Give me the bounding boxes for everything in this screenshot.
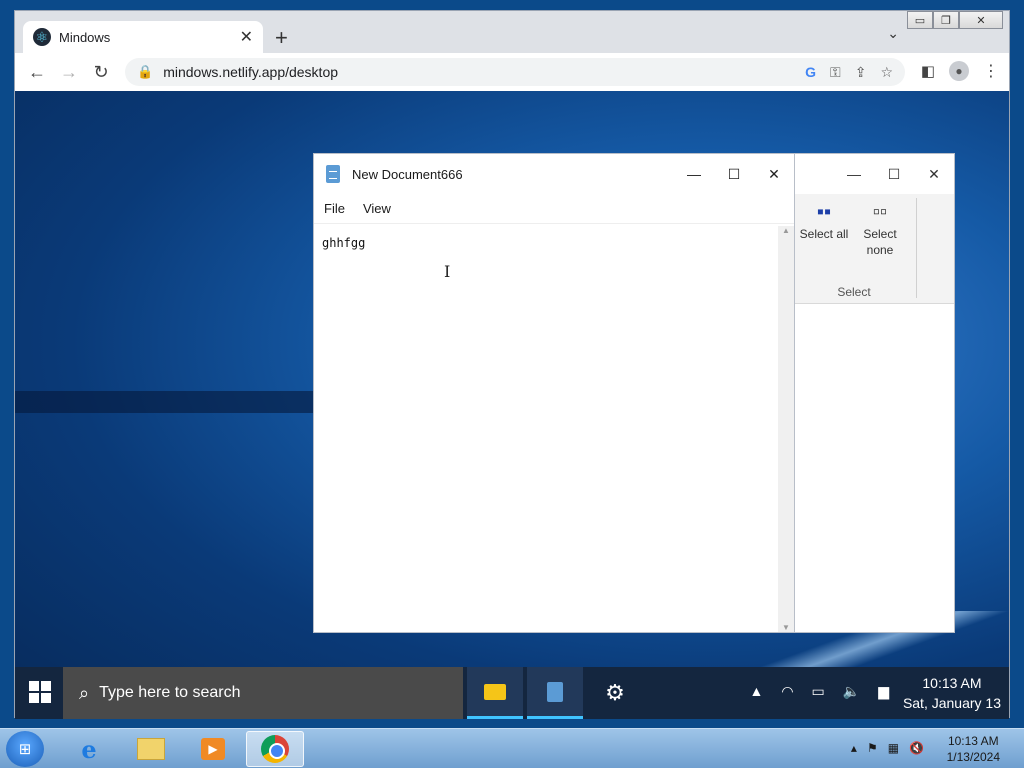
taskbar-media-player[interactable]: ▶ [184, 731, 242, 767]
explorer-ribbon: ▪▪ Select all ▫▫ Select none Select [792, 194, 954, 304]
taskbar-clock[interactable]: 10:13 AM Sat, January 13 [903, 673, 1001, 713]
menu-file[interactable]: File [324, 201, 345, 216]
taskbar-settings[interactable]: ⚙ [587, 667, 643, 719]
chevron-up-icon[interactable]: ▲ [749, 683, 763, 700]
side-panel-icon[interactable]: ◧ [921, 62, 935, 80]
menu-kebab-icon[interactable]: ⋮ [983, 61, 999, 81]
chrome-icon [261, 735, 289, 763]
notepad-title: New Document666 [352, 166, 463, 182]
windows7-clock[interactable]: 10:13 AM 1/13/2024 [947, 733, 1000, 765]
taskbar-internet-explorer[interactable]: e [60, 731, 118, 767]
taskbar-search-box[interactable]: ⌕ Type here to search [63, 667, 463, 719]
windows-start-icon[interactable] [29, 681, 51, 703]
windows7-start-button[interactable]: ⊞ [6, 731, 44, 767]
document-icon [547, 681, 563, 702]
select-none-button[interactable]: ▫▫ Select none [854, 201, 906, 258]
notepad-minimize-button[interactable]: — [674, 166, 714, 182]
w7-clock-date: 1/13/2024 [946, 750, 1000, 764]
lock-icon[interactable]: 🔒 [137, 64, 153, 80]
text-cursor-icon: I [444, 262, 451, 281]
key-icon[interactable]: ⚿ [830, 64, 841, 81]
back-button[interactable]: ← [21, 62, 53, 83]
show-hidden-icons-icon[interactable]: ▴ [851, 741, 857, 755]
reload-button[interactable]: ↻ [85, 62, 117, 83]
minimize-window-button[interactable]: ▭ [907, 11, 933, 29]
close-tab-icon[interactable]: ✕ [240, 27, 253, 47]
media-player-icon: ▶ [201, 738, 225, 760]
windows7-tray: ▴ ⚑ ▦ 🔇 [851, 741, 924, 755]
notepad-menubar: File View [314, 194, 794, 224]
volume-muted-icon[interactable]: 🔇 [909, 741, 924, 755]
select-all-button[interactable]: ▪▪ Select all [798, 201, 850, 242]
windows7-taskbar: ⊞ e ▶ ▴ ⚑ ▦ 🔇 10:13 AM 1/13/2024 [0, 728, 1024, 768]
notepad-content: ghhfgg [322, 236, 366, 250]
notepad-maximize-button[interactable]: ☐ [714, 166, 754, 183]
network-icon[interactable]: ▦ [888, 741, 899, 755]
system-tray: ▲ ◠ ▭ 🔈 ▆ [749, 683, 889, 700]
notepad-text-area[interactable]: ghhfgg I [314, 226, 780, 632]
ribbon-group-label: Select [837, 285, 871, 299]
notepad-titlebar[interactable]: New Document666 — ☐ ✕ [314, 154, 794, 194]
folder-icon [484, 683, 506, 700]
notification-icon[interactable]: ▆ [878, 683, 889, 700]
tab-search-chevron-icon[interactable]: ⌄ [887, 25, 899, 42]
bookmark-star-icon[interactable]: ☆ [880, 64, 893, 81]
explorer-minimize-button[interactable]: — [834, 166, 874, 182]
select-all-icon: ▪▪ [816, 201, 832, 223]
new-tab-button[interactable]: + [275, 25, 288, 51]
notepad-window: New Document666 — ☐ ✕ File View ghhfgg I… [313, 153, 795, 633]
tab-title: Mindows [59, 29, 111, 45]
address-bar[interactable]: 🔒 mindows.netlify.app/desktop G ⚿ ⇪ ☆ [125, 58, 905, 86]
restore-window-button[interactable]: ❐ [933, 11, 959, 29]
w7-clock-time: 10:13 AM [947, 734, 999, 748]
mindows-desktop[interactable]: — ☐ ✕ ▪▪ Select all ▫▫ Select none Selec… [15, 91, 1009, 719]
gear-icon: ⚙ [605, 680, 625, 705]
tab-strip: ⚛ Mindows ✕ + ⌄ ▭ ❐ ✕ [15, 11, 1009, 53]
share-icon[interactable]: ⇪ [855, 64, 867, 81]
google-lens-icon[interactable]: G [805, 64, 816, 80]
scroll-down-arrow-icon[interactable]: ▼ [778, 623, 794, 632]
document-icon [326, 165, 340, 183]
clock-time: 10:13 AM [922, 675, 982, 691]
profile-avatar[interactable]: ● [949, 61, 969, 81]
select-none-label: Select none [863, 227, 897, 257]
folder-icon [137, 738, 165, 760]
search-icon: ⌕ [79, 682, 90, 703]
explorer-close-button[interactable]: ✕ [914, 166, 954, 183]
menu-view[interactable]: View [363, 201, 391, 216]
browser-window: ⚛ Mindows ✕ + ⌄ ▭ ❐ ✕ ← → ↻ 🔒 mindows.ne… [14, 10, 1010, 719]
url-text: mindows.netlify.app/desktop [163, 64, 339, 80]
explorer-maximize-button[interactable]: ☐ [874, 166, 914, 183]
wifi-icon[interactable]: ◠ [781, 683, 793, 700]
battery-icon[interactable]: ▭ [812, 683, 825, 700]
internet-explorer-icon: e [81, 734, 97, 764]
wallpaper-shadow [15, 391, 335, 413]
taskbar-notepad[interactable] [527, 667, 583, 719]
react-icon: ⚛ [33, 28, 51, 46]
action-center-icon[interactable]: ⚑ [867, 741, 878, 755]
select-none-icon: ▫▫ [872, 201, 888, 223]
browser-tab[interactable]: ⚛ Mindows ✕ [23, 21, 263, 53]
notepad-scrollbar[interactable]: ▲ ▼ [778, 226, 794, 632]
forward-button[interactable]: → [53, 62, 85, 83]
taskbar-windows-explorer[interactable] [122, 731, 180, 767]
search-placeholder: Type here to search [99, 684, 241, 701]
close-window-button[interactable]: ✕ [959, 11, 1003, 29]
mindows-taskbar: ⌕ Type here to search ⚙ ▲ ◠ ▭ 🔈 ▆ 10:13 … [15, 667, 1009, 719]
notepad-close-button[interactable]: ✕ [754, 166, 794, 183]
taskbar-chrome[interactable] [246, 731, 304, 767]
taskbar-file-explorer[interactable] [467, 667, 523, 719]
volume-icon[interactable]: 🔈 [843, 683, 860, 700]
window-controls: ▭ ❐ ✕ [907, 11, 1003, 29]
explorer-titlebar: — ☐ ✕ [792, 154, 954, 194]
ribbon-separator [916, 198, 917, 298]
select-all-label: Select all [799, 227, 849, 241]
clock-date: Sat, January 13 [902, 695, 1001, 711]
toolbar-actions: ◧ ● ⋮ [921, 61, 999, 81]
file-explorer-window: — ☐ ✕ ▪▪ Select all ▫▫ Select none Selec… [791, 153, 955, 633]
scroll-up-arrow-icon[interactable]: ▲ [778, 226, 794, 235]
browser-toolbar: ← → ↻ 🔒 mindows.netlify.app/desktop G ⚿ … [15, 53, 1009, 91]
